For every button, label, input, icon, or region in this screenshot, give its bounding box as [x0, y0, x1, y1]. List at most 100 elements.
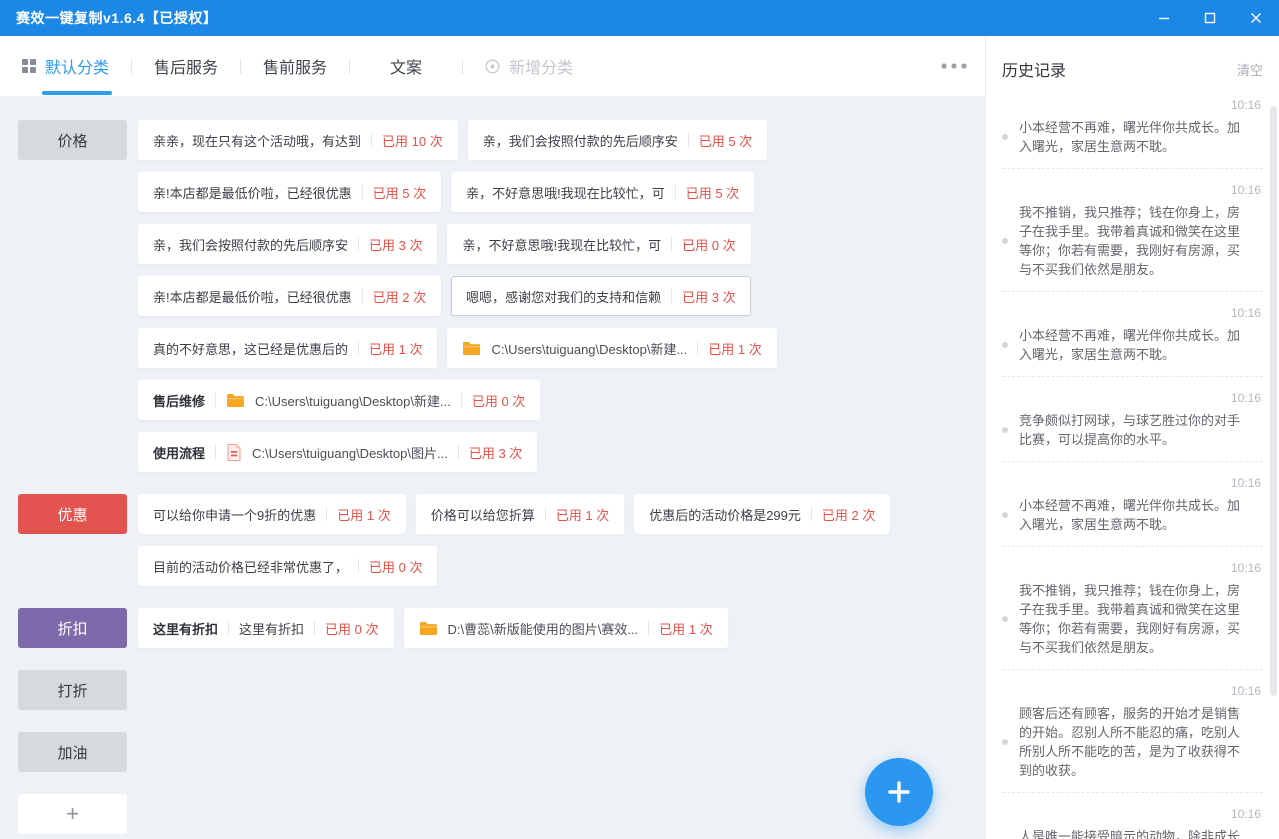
chip-text: 目前的活动价格已经非常优惠了，	[153, 557, 348, 576]
history-scrollbar[interactable]	[1270, 106, 1277, 696]
more-button[interactable]	[941, 63, 967, 69]
chip-usage-count: 已用 1 次	[369, 339, 422, 358]
phrase-chip[interactable]: 可以给你申请一个9折的优惠 已用 1 次	[138, 494, 406, 534]
chip-text: 亲!本店都是最低价啦，已经很优惠	[153, 183, 352, 202]
bullet-dot-icon	[1002, 427, 1008, 433]
chip-divider	[228, 621, 229, 635]
chip-divider	[688, 133, 689, 147]
history-divider	[1002, 291, 1263, 292]
phrase-chip[interactable]: 亲!本店都是最低价啦，已经很优惠 已用 2 次	[138, 276, 441, 316]
chip-title: 使用流程	[153, 443, 205, 462]
history-item[interactable]: 10:16 人是唯一能接受暗示的动物，除非成长中不断磨炼。	[1002, 807, 1263, 839]
close-button[interactable]	[1233, 0, 1279, 36]
category-group: +	[18, 794, 985, 834]
bullet-dot-icon	[1002, 739, 1008, 745]
category-button[interactable]: 折扣	[18, 608, 127, 648]
category-column: 打折	[18, 670, 127, 710]
phrase-chip[interactable]: 亲亲，现在只有这个活动哦，有达到 已用 10 次	[138, 120, 458, 160]
folder-icon	[226, 393, 245, 408]
history-text: 我不推销，我只推荐；钱在你身上，房子在我手里。我带着真诚和微笑在这里等你；你若有…	[1019, 581, 1251, 657]
chip-text: C:\Users\tuiguang\Desktop\图片...	[252, 443, 448, 462]
minimize-icon	[1158, 12, 1170, 24]
chip-text: 这里有折扣	[239, 619, 304, 638]
category-button[interactable]: 优惠	[18, 494, 127, 534]
chip-title: 这里有折扣	[153, 619, 218, 638]
chip-row: 这里有折扣 这里有折扣 已用 0 次 D:\曹蕊\新版能使用的图片\赛效... …	[138, 608, 985, 648]
phrase-chip[interactable]: 使用流程 C:\Users\tuiguang\Desktop\图片... 已用 …	[138, 432, 537, 472]
chip-rows: 这里有折扣 这里有折扣 已用 0 次 D:\曹蕊\新版能使用的图片\赛效... …	[138, 608, 985, 648]
phrase-chip[interactable]: 价格可以给您折算 已用 1 次	[416, 494, 624, 534]
history-item[interactable]: 10:16 我不推销，我只推荐；钱在你身上，房子在我手里。我带着真诚和微笑在这里…	[1002, 561, 1263, 670]
tab-copywriting[interactable]: 文案	[372, 36, 440, 96]
phrase-chip[interactable]: 真的不好意思，这已经是优惠后的 已用 1 次	[138, 328, 437, 368]
history-time: 10:16	[1002, 306, 1261, 320]
history-divider	[1002, 168, 1263, 169]
history-list: 10:16 小本经营不再难，曙光伴你共成长。加入曙光，家居生意两不耽。 10:1…	[1002, 98, 1263, 839]
chip-divider	[314, 621, 315, 635]
chip-text: D:\曹蕊\新版能使用的图片\赛效...	[448, 619, 639, 638]
history-item[interactable]: 10:16 小本经营不再难，曙光伴你共成长。加入曙光，家居生意两不耽。	[1002, 476, 1263, 547]
chip-text: 亲亲，现在只有这个活动哦，有达到	[153, 131, 361, 150]
category-button[interactable]: +	[18, 794, 127, 834]
window-controls	[1141, 0, 1279, 36]
phrase-chip[interactable]: 亲!本店都是最低价啦，已经很优惠 已用 5 次	[138, 172, 441, 212]
phrase-chip[interactable]: 这里有折扣 这里有折扣 已用 0 次	[138, 608, 394, 648]
category-column: +	[18, 794, 127, 834]
chip-usage-count: 已用 5 次	[686, 183, 739, 202]
history-divider	[1002, 546, 1263, 547]
phrase-chip[interactable]: 亲，不好意思哦!我现在比较忙，可 已用 0 次	[447, 224, 750, 264]
titlebar: 赛效一键复制v1.6.4【已授权】	[0, 0, 1279, 36]
tab-default-category[interactable]: 默认分类	[22, 36, 109, 96]
chip-usage-count: 已用 5 次	[373, 183, 426, 202]
chip-divider	[362, 185, 363, 199]
minimize-button[interactable]	[1141, 0, 1187, 36]
phrase-chip[interactable]: 优惠后的活动价格是299元 已用 2 次	[634, 494, 890, 534]
history-item[interactable]: 10:16 小本经营不再难，曙光伴你共成长。加入曙光，家居生意两不耽。	[1002, 98, 1263, 169]
tab-separator	[349, 59, 350, 74]
category-button[interactable]: 价格	[18, 120, 127, 160]
folder-icon	[462, 341, 481, 356]
phrase-chip[interactable]: 亲，不好意思哦!我现在比较忙，可 已用 5 次	[451, 172, 754, 212]
chip-text: 亲，不好意思哦!我现在比较忙，可	[462, 235, 661, 254]
tab-label: 售后服务	[154, 54, 218, 78]
chip-usage-count: 已用 1 次	[337, 505, 390, 524]
tab-pre-sales[interactable]: 售前服务	[263, 36, 327, 96]
chip-usage-count: 已用 2 次	[373, 287, 426, 306]
tab-add-category[interactable]: 新增分类	[485, 36, 573, 96]
bullet-dot-icon	[1002, 616, 1008, 622]
maximize-button[interactable]	[1187, 0, 1233, 36]
phrase-chip[interactable]: 嗯嗯，感谢您对我们的支持和信赖 已用 3 次	[451, 276, 750, 316]
chip-divider	[648, 621, 649, 635]
chip-text: 亲，我们会按照付款的先后顺序安	[153, 235, 348, 254]
bullet-dot-icon	[1002, 512, 1008, 518]
history-time: 10:16	[1002, 476, 1261, 490]
chip-row: 亲亲，现在只有这个活动哦，有达到 已用 10 次 亲，我们会按照付款的先后顺序安…	[138, 120, 985, 160]
maximize-icon	[1204, 12, 1216, 24]
tab-after-sales[interactable]: 售后服务	[154, 36, 218, 96]
chip-divider	[371, 133, 372, 147]
phrase-chip[interactable]: 亲，我们会按照付款的先后顺序安 已用 3 次	[138, 224, 437, 264]
chip-usage-count: 已用 0 次	[682, 235, 735, 254]
phrase-chip[interactable]: D:\曹蕊\新版能使用的图片\赛效... 已用 1 次	[404, 608, 728, 648]
phrase-chip[interactable]: 亲，我们会按照付款的先后顺序安 已用 5 次	[468, 120, 767, 160]
category-button[interactable]: 加油	[18, 732, 127, 772]
chip-text: 可以给你申请一个9折的优惠	[153, 505, 316, 524]
category-tabbar: 默认分类 售后服务 售前服务 文案 新增分类	[0, 36, 985, 96]
chip-row: 亲，我们会按照付款的先后顺序安 已用 3 次 亲，不好意思哦!我现在比较忙，可 …	[138, 224, 985, 264]
chip-row: 目前的活动价格已经非常优惠了， 已用 0 次	[138, 546, 985, 586]
phrase-chip[interactable]: 售后维修 C:\Users\tuiguang\Desktop\新建... 已用 …	[138, 380, 540, 420]
history-item[interactable]: 10:16 我不推销，我只推荐；钱在你身上，房子在我手里。我带着真诚和微笑在这里…	[1002, 183, 1263, 292]
history-text: 顾客后还有顾客，服务的开始才是销售的开始。忍别人所不能忍的痛，吃别人所别人所不能…	[1019, 704, 1251, 780]
category-column: 价格	[18, 120, 127, 472]
folder-icon	[419, 621, 438, 636]
chip-usage-count: 已用 0 次	[369, 557, 422, 576]
clear-history-button[interactable]: 清空	[1237, 60, 1263, 79]
history-item[interactable]: 10:16 小本经营不再难，曙光伴你共成长。加入曙光，家居生意两不耽。	[1002, 306, 1263, 377]
category-button[interactable]: 打折	[18, 670, 127, 710]
history-text: 小本经营不再难，曙光伴你共成长。加入曙光，家居生意两不耽。	[1019, 326, 1251, 364]
history-item[interactable]: 10:16 竞争颇似打网球，与球艺胜过你的对手比赛，可以提高你的水平。	[1002, 391, 1263, 462]
phrase-chip[interactable]: C:\Users\tuiguang\Desktop\新建... 已用 1 次	[447, 328, 776, 368]
phrase-chip[interactable]: 目前的活动价格已经非常优惠了， 已用 0 次	[138, 546, 437, 586]
history-item[interactable]: 10:16 顾客后还有顾客，服务的开始才是销售的开始。忍别人所不能忍的痛，吃别人…	[1002, 684, 1263, 793]
add-phrase-fab[interactable]	[865, 758, 933, 826]
